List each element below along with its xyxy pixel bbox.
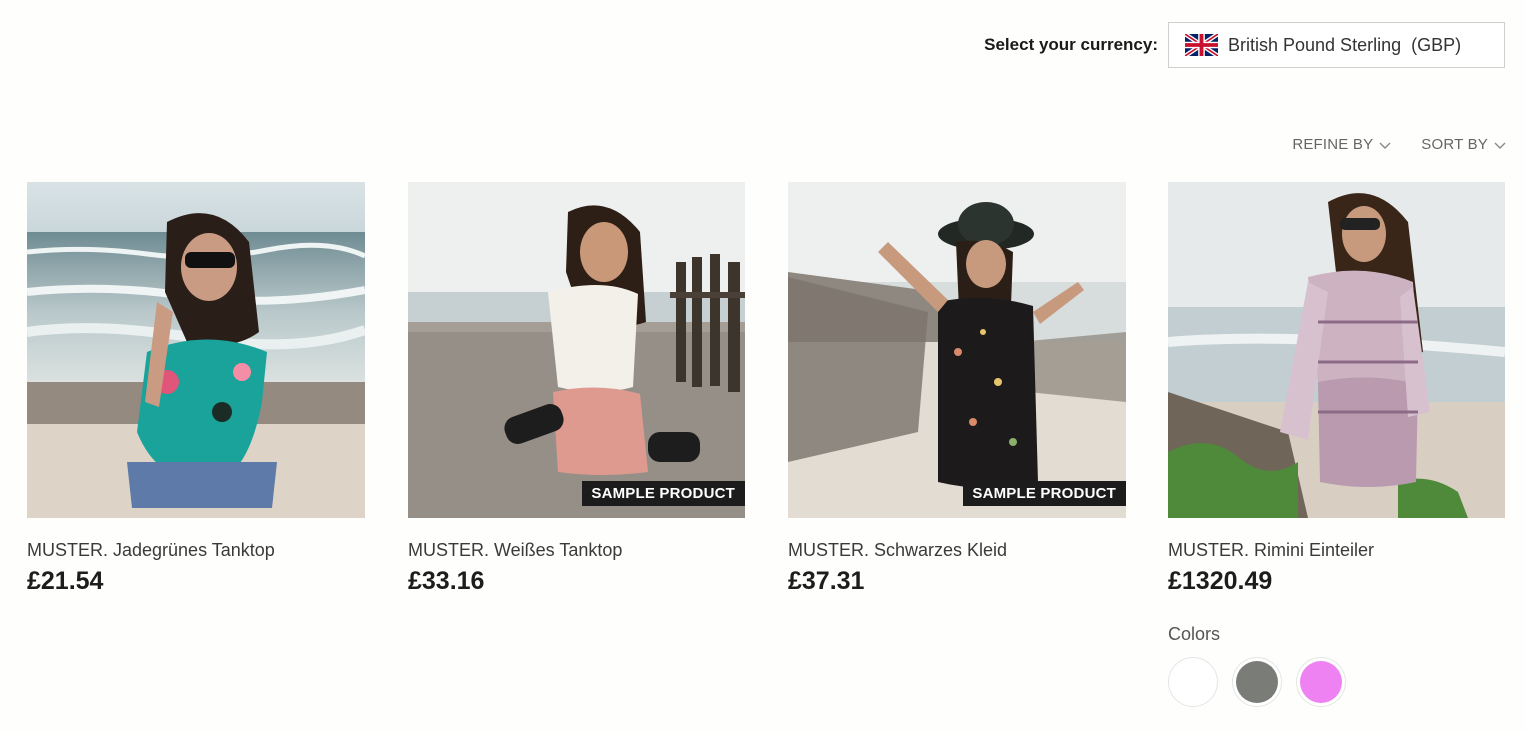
color-swatch-fill — [1300, 661, 1342, 703]
chevron-down-icon — [1494, 140, 1506, 150]
currency-selector-bar: Select your currency: British Pound Ster… — [984, 22, 1505, 68]
product-name[interactable]: MUSTER. Rimini Einteiler — [1168, 540, 1505, 561]
color-swatch-fill — [1236, 661, 1278, 703]
product-image[interactable]: SAMPLE PRODUCT — [788, 182, 1126, 518]
product-image[interactable] — [27, 182, 365, 518]
color-swatch[interactable] — [1232, 657, 1282, 707]
product-name[interactable]: MUSTER. Jadegrünes Tanktop — [27, 540, 365, 561]
uk-flag-icon — [1185, 34, 1218, 56]
sample-product-badge: SAMPLE PRODUCT — [963, 481, 1126, 506]
product-name[interactable]: MUSTER. Weißes Tanktop — [408, 540, 745, 561]
product-price: £37.31 — [788, 567, 865, 595]
chevron-down-icon — [1379, 140, 1391, 150]
product-image[interactable]: SAMPLE PRODUCT — [408, 182, 745, 518]
product-image[interactable] — [1168, 182, 1505, 518]
product-card: MUSTER. Rimini Einteiler £1320.49 Colors — [1168, 182, 1505, 707]
product-card: SAMPLE PRODUCT MUSTER. Schwarzes Kleid £… — [788, 182, 1126, 596]
color-swatch[interactable] — [1296, 657, 1346, 707]
color-swatch-fill — [1172, 661, 1214, 703]
colors-label: Colors — [1168, 624, 1221, 644]
refine-by-label: REFINE BY — [1292, 136, 1374, 153]
product-card: MUSTER. Jadegrünes Tanktop £21.54 — [27, 182, 365, 596]
currency-dropdown[interactable]: British Pound Sterling (GBP) — [1168, 22, 1505, 68]
sort-by-dropdown[interactable]: SORT BY — [1421, 136, 1506, 153]
product-name[interactable]: MUSTER. Schwarzes Kleid — [788, 540, 1126, 561]
sort-by-label: SORT BY — [1421, 136, 1488, 153]
refine-by-dropdown[interactable]: REFINE BY — [1292, 136, 1391, 153]
product-price: £1320.49 — [1168, 567, 1273, 595]
sample-product-badge: SAMPLE PRODUCT — [582, 481, 745, 506]
product-card: SAMPLE PRODUCT MUSTER. Weißes Tanktop £3… — [408, 182, 745, 596]
product-price: £21.54 — [27, 567, 104, 595]
currency-selected-value: British Pound Sterling (GBP) — [1228, 34, 1462, 55]
collection-toolbar: REFINE BY SORT BY — [1292, 136, 1506, 153]
color-swatches — [1168, 657, 1505, 707]
currency-label: Select your currency: — [984, 35, 1158, 54]
product-price: £33.16 — [408, 567, 485, 595]
color-swatch[interactable] — [1168, 657, 1218, 707]
